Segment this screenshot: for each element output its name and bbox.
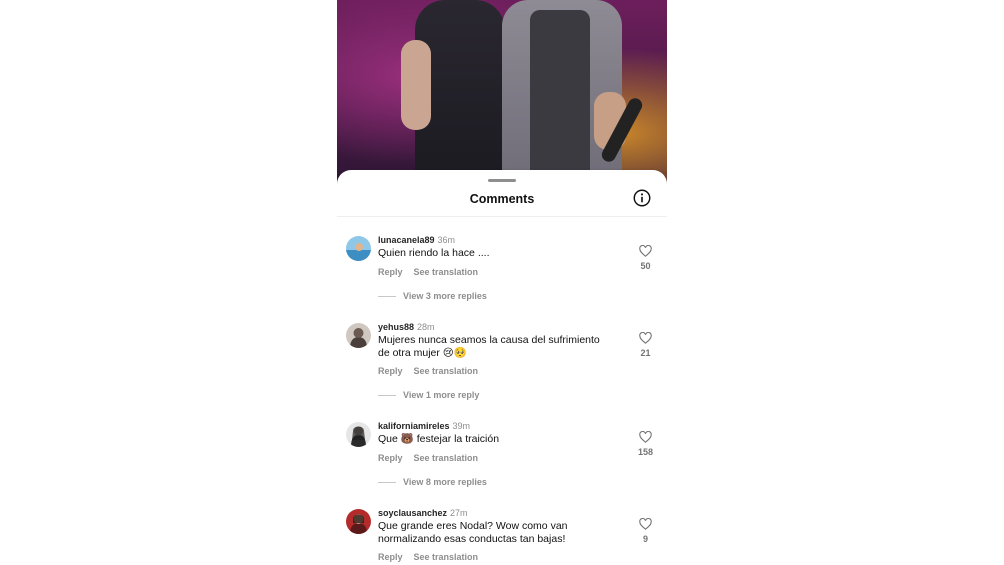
heart-outline-icon[interactable] [639,518,652,530]
comment-time: 39m [452,421,471,431]
like-count: 158 [637,447,654,457]
comment-meta: soyclausanchez 27m [378,508,468,518]
reply-button[interactable]: Reply [378,366,403,376]
avatar[interactable] [346,236,371,261]
heart-outline-icon[interactable] [639,431,652,443]
comment-meta: kaliforniamireles 39m [378,421,470,431]
comment-meta: lunacanela89 36m [378,235,455,245]
photo-figure-right [502,0,626,190]
see-translation-button[interactable]: See translation [414,267,479,277]
avatar[interactable] [346,422,371,447]
like-count: 21 [640,348,651,358]
heart-outline-icon[interactable] [639,245,652,257]
reply-button[interactable]: Reply [378,453,403,463]
sheet-title: Comments [469,192,535,206]
heart-outline-icon[interactable] [639,332,652,344]
comment-actions: Reply See translation [378,552,489,562]
view-replies-label: View 3 more replies [403,291,487,301]
info-icon[interactable] [633,189,651,207]
view-replies-label: View 8 more replies [403,477,487,487]
photo-figure-left [401,0,505,190]
comments-sheet: Comments lunacanela89 36m Quien riendo la… [337,170,667,565]
reply-button[interactable]: Reply [378,267,403,277]
view-replies-label: View 1 more reply [403,390,480,400]
like-control: 9 [637,518,654,544]
comment-actions: Reply See translation [378,453,489,463]
like-count: 50 [640,261,651,271]
view-replies-button[interactable]: View 1 more reply [378,390,479,400]
comment-time: 36m [437,235,456,245]
see-translation-button[interactable]: See translation [414,453,479,463]
comment-text: Que 🐻 festejar la traición [378,433,500,445]
comment-username[interactable]: yehus88 [378,322,414,332]
see-translation-button[interactable]: See translation [414,366,479,376]
comment-time: 27m [450,508,468,518]
comment-username[interactable]: kaliforniamireles [378,421,450,431]
avatar[interactable] [346,323,371,348]
drag-handle[interactable] [488,179,516,182]
comment-actions: Reply See translation [378,366,489,376]
comment-text: Que grande eres Nodal? Wow como van norm… [378,520,568,545]
view-replies-button[interactable]: View 3 more replies [378,291,487,301]
like-control: 158 [637,431,654,457]
phone-screen: Comments lunacanela89 36m Quien riendo la… [337,0,667,565]
comment-username[interactable]: lunacanela89 [378,235,435,245]
comment-text: Mujeres nunca seamos la causa del sufrim… [378,334,600,359]
like-count: 9 [642,534,648,544]
comment-actions: Reply See translation [378,267,489,277]
avatar[interactable] [346,509,371,534]
post-photo [337,0,667,190]
comment-text: Quien riendo la hace .... [378,247,490,259]
like-control: 50 [637,245,654,271]
like-control: 21 [637,332,654,358]
see-translation-button[interactable]: See translation [414,552,479,562]
comment-time: 28m [417,322,435,332]
view-replies-button[interactable]: View 8 more replies [378,477,487,487]
comment-username[interactable]: soyclausanchez [378,508,447,518]
reply-button[interactable]: Reply [378,552,403,562]
header-divider [337,216,667,217]
comment-meta: yehus88 28m [378,322,435,332]
